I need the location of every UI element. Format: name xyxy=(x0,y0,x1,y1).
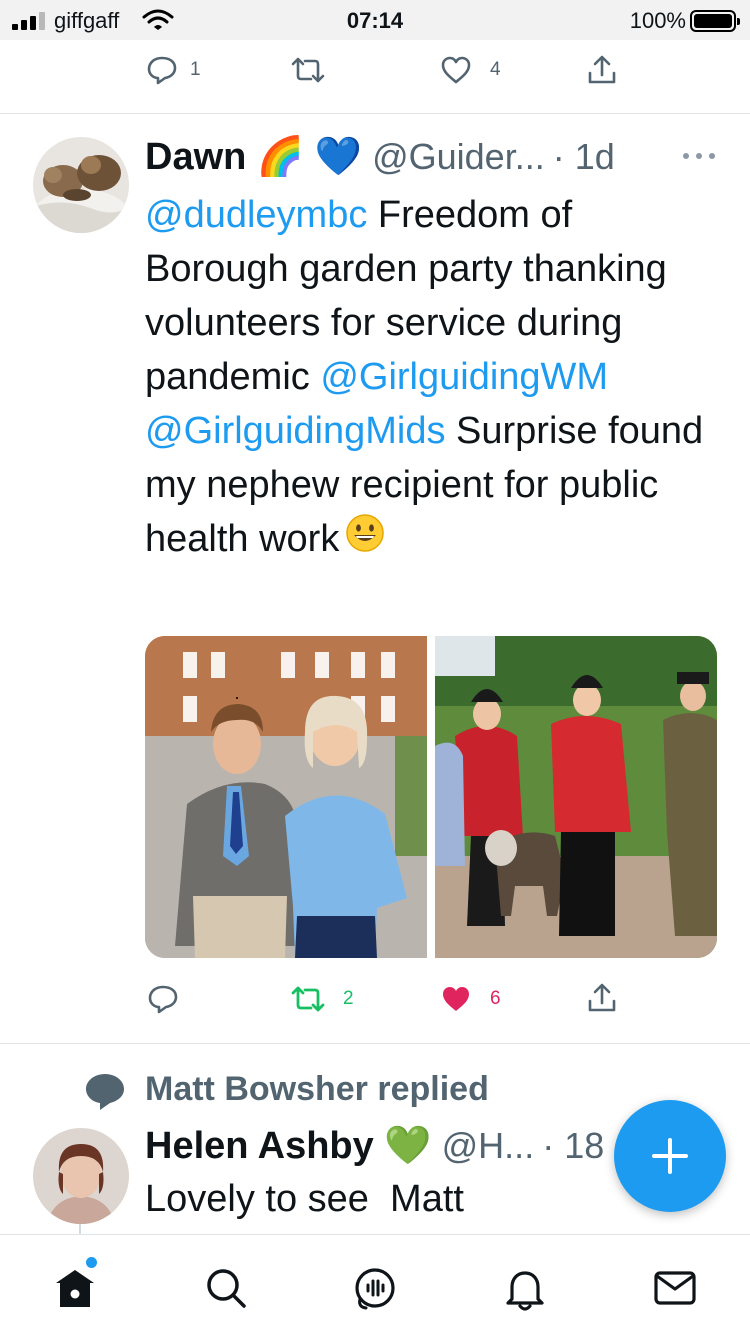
retweet-icon xyxy=(291,57,325,83)
avatar-image xyxy=(33,1128,129,1224)
reply-author-name: Helen Ashby 💚 xyxy=(145,1125,432,1167)
reply-icon xyxy=(147,56,177,85)
nav-home[interactable] xyxy=(50,1257,100,1313)
tweet-text: @dudleymbc Freedom of Borough garden par… xyxy=(145,188,725,568)
battery-icon xyxy=(690,10,740,32)
heart-icon xyxy=(441,56,471,84)
media-photos xyxy=(145,636,717,958)
mention-link[interactable]: @GirlguidingMids xyxy=(145,410,445,452)
avatar[interactable] xyxy=(33,137,129,233)
search-icon xyxy=(207,1269,246,1308)
reply-icon xyxy=(148,985,178,1014)
prev-share-button[interactable] xyxy=(586,54,618,86)
reply-context: Matt Bowsher replied xyxy=(145,1070,489,1108)
speech-bubble-icon xyxy=(86,1074,124,1110)
compose-tweet-button[interactable] xyxy=(614,1100,726,1212)
reply-author-line[interactable]: Helen Ashby 💚 @H... · 18 xyxy=(145,1124,615,1168)
heart-filled-icon xyxy=(443,987,469,1011)
nav-messages[interactable] xyxy=(650,1263,700,1313)
tweet-media[interactable] xyxy=(145,636,717,958)
battery-percent: 100% xyxy=(629,8,686,33)
reply-text: Lovely to see Matt xyxy=(145,1178,464,1220)
prev-like-button[interactable]: 4 xyxy=(440,55,501,85)
share-button[interactable] xyxy=(586,982,618,1014)
messages-icon xyxy=(654,1271,696,1305)
like-button[interactable]: 6 xyxy=(440,984,501,1014)
mention-link[interactable]: @dudleymbc xyxy=(145,194,367,236)
author-name: Dawn 🌈 💙 xyxy=(145,136,363,178)
photo-left xyxy=(145,636,427,958)
notifications-icon xyxy=(506,1271,544,1311)
tweet-divider xyxy=(0,113,750,114)
avatar-image xyxy=(33,137,129,233)
tweet-author-line[interactable]: Dawn 🌈 💙 @Guider... · 1d xyxy=(145,134,690,180)
photo-right xyxy=(435,636,717,958)
retweet-button[interactable]: 2 xyxy=(289,985,354,1013)
prev-retweet-button[interactable] xyxy=(289,56,327,84)
more-options-icon[interactable] xyxy=(682,152,716,160)
prev-like-count: 4 xyxy=(490,59,501,80)
nav-search[interactable] xyxy=(201,1263,251,1313)
nav-notifications[interactable] xyxy=(500,1263,550,1313)
spaces-icon xyxy=(355,1268,395,1310)
home-icon xyxy=(56,1270,94,1307)
tweet-time: · 1d xyxy=(552,136,615,177)
reply-time: · 18 xyxy=(542,1125,605,1166)
prev-reply-button[interactable]: 1 xyxy=(146,55,201,85)
reply-author-handle: @H... xyxy=(441,1125,535,1166)
reply-button[interactable] xyxy=(147,984,179,1014)
retweet-icon xyxy=(291,986,325,1012)
retweet-count: 2 xyxy=(343,988,354,1009)
nav-spaces[interactable] xyxy=(350,1263,400,1313)
share-icon xyxy=(588,55,616,84)
prev-reply-count: 1 xyxy=(190,59,201,80)
new-tweets-dot xyxy=(86,1257,97,1268)
share-icon xyxy=(588,983,616,1012)
compose-plus-icon xyxy=(652,1138,688,1174)
thread-line xyxy=(79,1224,81,1234)
grinning-emoji-icon xyxy=(345,513,385,568)
bottom-nav xyxy=(0,1234,750,1334)
mention-link[interactable]: @GirlguidingWM xyxy=(320,356,608,398)
avatar[interactable] xyxy=(33,1128,129,1224)
status-bar: giffgaff 07:14 100% xyxy=(0,0,750,40)
tweet-divider xyxy=(0,1043,750,1044)
author-handle: @Guider... xyxy=(372,136,545,177)
like-count: 6 xyxy=(490,988,501,1009)
